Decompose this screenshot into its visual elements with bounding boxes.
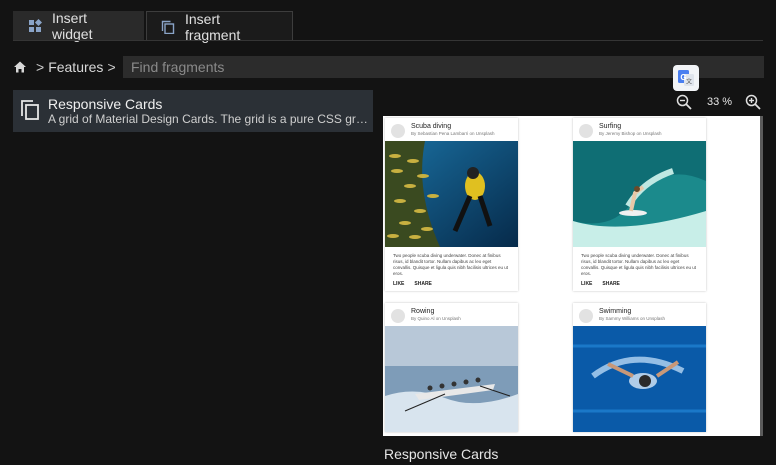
fragment-preview[interactable]: Scuba diving By Sebastian Pena Lambarri …: [383, 116, 760, 436]
preview-card-surfing: Surfing By Jeremy Bishop on Unsplash Two…: [573, 118, 706, 291]
fragment-title: Responsive Cards: [48, 97, 163, 112]
card-byline: By Jeremy Bishop on Unsplash: [599, 131, 662, 136]
avatar: [391, 124, 405, 138]
avatar: [579, 309, 593, 323]
copy-icon: [161, 20, 175, 34]
breadcrumb-features[interactable]: Features: [48, 59, 103, 75]
breadcrumb-separator: >: [107, 59, 116, 75]
svg-text:文: 文: [686, 78, 692, 86]
preview-scrollbar[interactable]: [760, 116, 763, 436]
like-button[interactable]: LIKE: [393, 281, 404, 287]
card-title: Rowing: [411, 308, 435, 315]
preview-card-scuba: Scuba diving By Sebastian Pena Lambarri …: [385, 118, 518, 291]
card-title: Surfing: [599, 123, 622, 130]
tab-label: Insert fragment: [185, 10, 241, 43]
preview-label: Responsive Cards: [384, 446, 499, 462]
scuba-image: [385, 141, 518, 247]
surfing-image: [573, 141, 706, 247]
breadcrumb-separator: >: [36, 59, 45, 75]
home-icon[interactable]: [13, 60, 27, 74]
card-text: Two people scuba diving underwater. Done…: [393, 253, 509, 276]
card-text: Two people scuba diving underwater. Done…: [581, 253, 697, 276]
search-input[interactable]: [123, 56, 764, 78]
fragment-description: A grid of Material Design Cards. The gri…: [48, 112, 368, 126]
like-button[interactable]: LIKE: [581, 281, 592, 287]
tab-label: Insert widget: [52, 10, 93, 42]
share-button[interactable]: SHARE: [602, 281, 620, 287]
card-byline: By Sebastian Pena Lambarri on Unsplash: [411, 131, 495, 136]
avatar: [391, 309, 405, 323]
fragment-item-responsive-cards[interactable]: Responsive Cards A grid of Material Desi…: [13, 90, 373, 132]
widgets-icon: [28, 19, 42, 33]
tab-insert-fragment[interactable]: Insert fragment: [146, 10, 293, 43]
preview-card-rowing: Rowing By Quino Al on Unsplash: [385, 303, 518, 432]
tab-divider: [13, 40, 763, 41]
avatar: [579, 124, 593, 138]
zoom-in-icon[interactable]: [745, 94, 761, 110]
swimming-image: [573, 326, 706, 432]
rowing-image: [385, 326, 518, 432]
zoom-out-icon[interactable]: [676, 94, 692, 110]
google-translate-icon[interactable]: G文: [673, 65, 699, 91]
card-byline: By Quino Al on Unsplash: [411, 316, 461, 321]
breadcrumb: > Features >: [13, 57, 120, 77]
card-title: Scuba diving: [411, 123, 452, 130]
share-button[interactable]: SHARE: [414, 281, 432, 287]
tab-bar: Insert widget Insert fragment: [13, 10, 293, 43]
card-title: Swimming: [599, 308, 632, 315]
copy-icon: [20, 99, 40, 121]
tab-insert-widget[interactable]: Insert widget: [13, 10, 144, 42]
preview-card-swimming: Swimming By Sammy Williams on Unsplash: [573, 303, 706, 432]
zoom-level: 33 %: [707, 96, 733, 108]
card-byline: By Sammy Williams on Unsplash: [599, 316, 666, 321]
